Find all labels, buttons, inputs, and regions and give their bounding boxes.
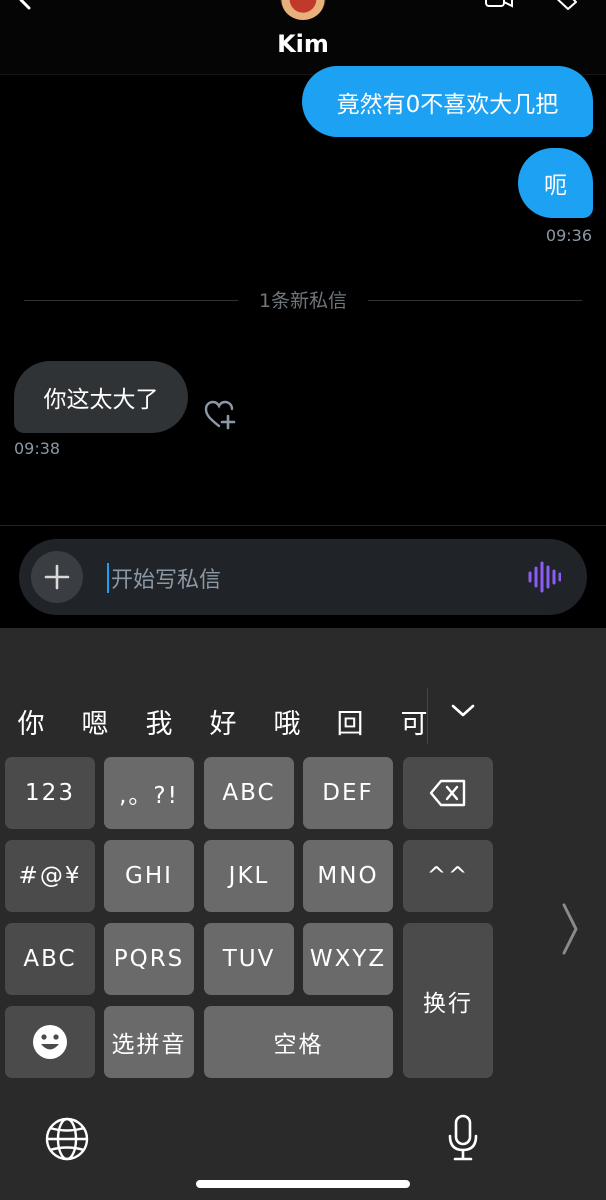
key-jkl[interactable]: JKL (204, 840, 294, 912)
text-caret (107, 563, 109, 593)
conversation-header: Kim (0, 0, 606, 75)
message-composer: 开始写私信 (19, 539, 587, 615)
home-indicator[interactable] (196, 1180, 410, 1188)
plus-icon (44, 564, 70, 590)
incoming-timestamp: 09:38 (14, 439, 61, 458)
chevron-right-icon[interactable] (560, 901, 580, 957)
key-punctuation[interactable]: ,。?! (104, 757, 194, 829)
candidate-word[interactable]: 哦 (267, 702, 307, 741)
key-pinyin[interactable]: 选拼音 (104, 1006, 194, 1078)
video-icon[interactable] (484, 0, 514, 8)
key-tuv[interactable]: TUV (204, 923, 294, 995)
backspace-key[interactable] (403, 757, 493, 829)
key-pqrs[interactable]: PQRS (104, 923, 194, 995)
outgoing-message[interactable]: 呃 (518, 148, 593, 218)
candidate-word[interactable]: 你 (11, 702, 51, 741)
candidate-separator (427, 688, 428, 744)
message-input[interactable]: 开始写私信 (111, 562, 221, 594)
key-wxyz[interactable]: WXYZ (303, 923, 393, 995)
new-messages-divider: 1条新私信 (258, 290, 348, 312)
candidate-word[interactable]: 好 (203, 702, 243, 741)
outgoing-message[interactable]: 竟然有0不喜欢大几把 (302, 66, 593, 137)
back-icon[interactable] (14, 0, 38, 12)
candidate-word[interactable]: 我 (139, 702, 179, 741)
add-media-button[interactable] (31, 551, 83, 603)
candidate-word[interactable]: 可 (394, 702, 434, 741)
space-key[interactable]: 空格 (204, 1006, 393, 1078)
key-ghi[interactable]: GHI (104, 840, 194, 912)
tag-icon[interactable] (548, 0, 578, 10)
key-abc-mode[interactable]: ABC (5, 923, 95, 995)
candidate-word[interactable]: 回 (330, 702, 370, 741)
backspace-icon (429, 779, 466, 807)
contact-name[interactable]: Kim (0, 30, 606, 58)
microphone-icon[interactable] (446, 1114, 480, 1162)
key-def[interactable]: DEF (303, 757, 393, 829)
emoji-icon (33, 1025, 67, 1059)
incoming-message[interactable]: 你这太大了 (14, 361, 188, 433)
message-text: 竟然有0不喜欢大几把 (336, 91, 559, 118)
dm-conversation-screen: Kim 竟然有0不喜欢大几把 呃 09:36 1条新私信 你这太大了 09:38 (0, 0, 606, 1200)
key-newline[interactable]: 换行 (403, 923, 493, 1078)
key-mno[interactable]: MNO (303, 840, 393, 912)
avatar[interactable] (280, 0, 326, 20)
emoji-key[interactable] (5, 1006, 95, 1078)
message-text: 呃 (544, 173, 567, 199)
key-123[interactable]: 123 (5, 757, 95, 829)
key-emoticon[interactable]: ^^ (403, 840, 493, 912)
outgoing-timestamp: 09:36 (545, 226, 592, 245)
voice-wave-icon[interactable] (527, 561, 561, 593)
composer-area: 开始写私信 (0, 525, 606, 628)
keyboard: 你 嗯 我 好 哦 回 可 123 ,。?! ABC DEF #@¥ GHI J… (0, 628, 606, 1200)
message-text: 你这太大了 (43, 387, 159, 413)
chevron-down-icon[interactable] (450, 702, 476, 720)
heart-plus-icon[interactable] (204, 400, 236, 430)
key-symbols[interactable]: #@¥ (5, 840, 95, 912)
key-abc[interactable]: ABC (204, 757, 294, 829)
candidate-word[interactable]: 嗯 (75, 702, 115, 741)
globe-icon[interactable] (44, 1116, 90, 1162)
